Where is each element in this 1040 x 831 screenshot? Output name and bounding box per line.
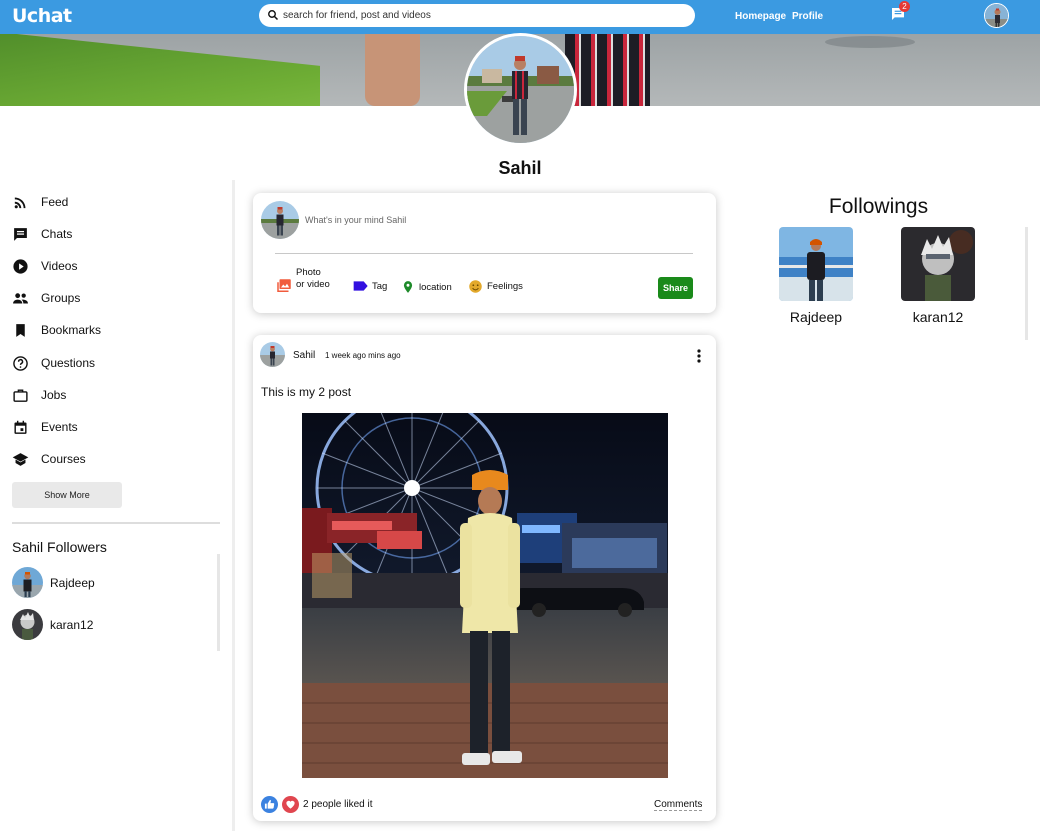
avatar[interactable] xyxy=(260,342,285,367)
emoji-icon xyxy=(469,280,482,293)
sidebar-item-bookmarks[interactable]: Bookmarks xyxy=(12,320,101,340)
sidebar-item-videos[interactable]: Videos xyxy=(12,256,77,276)
work-outline-icon xyxy=(13,388,28,402)
profile-avatar xyxy=(464,33,577,146)
post-image xyxy=(302,413,668,778)
sidebar-item-label: Questions xyxy=(41,356,96,370)
following-name: karan12 xyxy=(912,309,964,325)
avatar[interactable] xyxy=(984,3,1009,28)
post-input[interactable] xyxy=(305,211,685,229)
sidebar-item-groups[interactable]: Groups xyxy=(12,288,80,308)
avatar xyxy=(261,201,299,239)
more-vert-icon[interactable] xyxy=(695,348,703,364)
scrollbar[interactable] xyxy=(217,554,220,651)
sidebar-item-label: Videos xyxy=(41,259,78,273)
school-icon xyxy=(12,452,29,466)
divider xyxy=(275,253,693,254)
scrollbar[interactable] xyxy=(1025,227,1028,340)
show-more-button[interactable]: Show More xyxy=(12,482,122,508)
follower-name: Rajdeep xyxy=(50,575,95,590)
group-icon xyxy=(13,292,28,303)
search-bar[interactable] xyxy=(259,4,695,27)
share-option-label: Photo or video xyxy=(296,267,330,290)
likes-count: 2 people liked it xyxy=(303,799,373,810)
share-option-tag[interactable]: Tag xyxy=(353,280,387,292)
avatar xyxy=(12,609,43,640)
followers-title: Sahil Followers xyxy=(12,539,107,555)
post-timestamp: 1 week ago mins ago xyxy=(325,351,401,360)
sidebar-item-label: Feed xyxy=(41,195,69,209)
share-option-label: Tag xyxy=(372,280,388,292)
share-option-photo[interactable]: Photo or video xyxy=(275,267,330,298)
search-input[interactable] xyxy=(283,6,683,25)
play-circle-icon xyxy=(13,258,28,274)
sidebar-item-questions[interactable]: Questions xyxy=(12,353,95,373)
sidebar-item-label: Groups xyxy=(41,291,81,305)
following-name: Rajdeep xyxy=(789,309,843,325)
label-icon xyxy=(353,281,368,291)
help-outline-icon xyxy=(13,355,28,371)
avatar xyxy=(12,567,43,598)
event-icon xyxy=(14,420,27,434)
chat-badge: 2 xyxy=(899,1,910,12)
post-card: Sahil 1 week ago mins ago This is my 2 p… xyxy=(253,335,716,821)
sidebar-item-label: Courses xyxy=(41,452,86,466)
search-icon xyxy=(268,10,279,21)
rss-feed-icon xyxy=(14,197,26,208)
location-pin-icon xyxy=(403,281,413,293)
top-bar: Uchat Homepage Profile 2 xyxy=(0,0,1040,34)
follower-item[interactable]: karan12 xyxy=(12,609,93,640)
share-option-feelings[interactable]: Feelings xyxy=(468,279,523,294)
post-username[interactable]: Sahil xyxy=(293,350,315,361)
nav-link-profile[interactable]: Profile xyxy=(792,11,823,22)
following-item[interactable]: Rajdeep xyxy=(779,227,853,325)
share-button[interactable]: Share xyxy=(658,277,693,299)
comments-link[interactable]: Comments xyxy=(654,799,703,811)
followings-title: Followings xyxy=(828,195,929,218)
sidebar-item-events[interactable]: Events xyxy=(12,417,78,437)
left-sidebar: Feed Chats Videos Groups Bookmarks Quest… xyxy=(0,180,235,831)
heart-icon[interactable] xyxy=(282,796,299,813)
share-option-label: Feelings xyxy=(487,281,523,292)
sidebar-item-feed[interactable]: Feed xyxy=(12,192,68,212)
bookmark-icon xyxy=(16,323,25,337)
sidebar-item-label: Bookmarks xyxy=(41,323,102,337)
sidebar-item-chats[interactable]: Chats xyxy=(12,224,72,244)
app-logo[interactable]: Uchat xyxy=(12,5,72,27)
follower-item[interactable]: Rajdeep xyxy=(12,567,95,598)
like-icon[interactable] xyxy=(261,796,278,813)
sidebar-item-label: Jobs xyxy=(41,388,67,402)
post-text: This is my 2 post xyxy=(261,385,352,399)
sidebar-item-label: Events xyxy=(41,420,78,434)
nav-link-homepage[interactable]: Homepage xyxy=(735,11,786,22)
sidebar-item-jobs[interactable]: Jobs xyxy=(12,385,66,405)
share-option-location[interactable]: location xyxy=(401,279,452,295)
photo-library-icon xyxy=(277,279,291,292)
follower-name: karan12 xyxy=(50,617,94,632)
chat-icon xyxy=(14,227,27,241)
divider xyxy=(12,522,220,524)
sidebar-item-courses[interactable]: Courses xyxy=(12,449,86,469)
following-item[interactable]: karan12 xyxy=(901,227,975,325)
sidebar-item-label: Chats xyxy=(41,227,73,241)
share-option-label: location xyxy=(419,281,452,293)
following-photo xyxy=(901,227,975,301)
following-photo xyxy=(779,227,853,301)
share-card: Photo or video Tag location Feelings Sha… xyxy=(253,193,716,313)
profile-name: Sahil xyxy=(498,158,542,178)
